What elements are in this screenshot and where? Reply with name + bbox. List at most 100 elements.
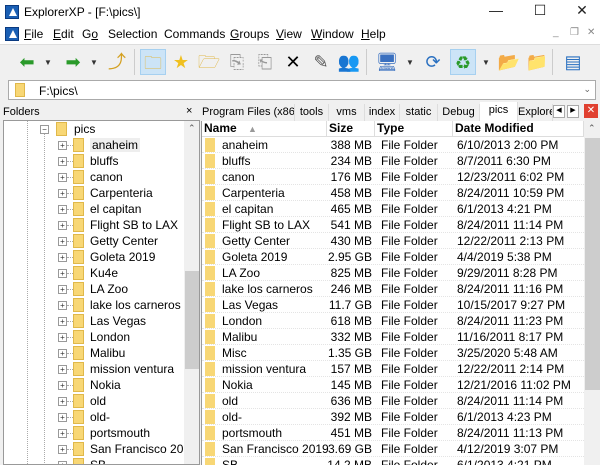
scroll-up-icon[interactable]: ⌃ — [188, 123, 196, 134]
column-header-type[interactable]: Type — [375, 121, 453, 137]
tree-item[interactable]: + old- — [4, 409, 184, 425]
tree-item[interactable]: + lake los carneros — [4, 297, 184, 313]
groups-icon[interactable]: 👥 — [336, 49, 362, 75]
table-row[interactable]: Misc 1.35 GB File Folder 3/25/2020 5:48 AM — [202, 345, 584, 361]
back-icon[interactable]: ⬅ — [14, 49, 40, 75]
table-row[interactable]: mission ventura 157 MB File Folder 12/22/20… — [202, 361, 584, 377]
tab[interactable]: Debug — [438, 104, 480, 121]
table-row[interactable]: old 636 MB File Folder 8/24/2011 11:14 PM — [202, 393, 584, 409]
window-layout-icon[interactable]: ▤ — [560, 49, 586, 75]
back-dropdown[interactable]: ▼ — [44, 58, 52, 67]
expand-icon[interactable]: + — [58, 221, 67, 230]
expand-icon[interactable]: + — [58, 317, 67, 326]
tree-item[interactable]: + mission ventura — [4, 361, 184, 377]
table-row[interactable]: old- 392 MB File Folder 6/1/2013 4:23 PM — [202, 409, 584, 425]
tree-item[interactable]: + LA Zoo — [4, 281, 184, 297]
tree-item[interactable]: + Getty Center — [4, 233, 184, 249]
new-folder-icon[interactable]: 🗁 — [196, 49, 222, 75]
table-row[interactable]: Carpenteria 458 MB File Folder 8/24/2011 10… — [202, 185, 584, 201]
tree-item[interactable]: + Goleta 2019 — [4, 249, 184, 265]
menu-item[interactable]: File — [24, 27, 43, 41]
mdi-close-button[interactable]: ✕ — [587, 27, 595, 38]
list-scrollbar[interactable]: ⌃ — [584, 121, 600, 465]
up-folder-icon[interactable]: ⤴ — [104, 49, 130, 75]
minimize-button[interactable]: — — [486, 2, 506, 20]
forward-dropdown[interactable]: ▼ — [90, 58, 98, 67]
menu-item[interactable]: Commands — [164, 27, 225, 41]
expand-icon[interactable]: + — [58, 461, 67, 464]
tree-item[interactable]: + canon — [4, 169, 184, 185]
forward-icon[interactable]: ➡ — [60, 49, 86, 75]
tab[interactable]: vms — [329, 104, 365, 121]
delete-icon[interactable]: ✕ — [280, 49, 306, 75]
tab[interactable]: pics — [480, 102, 518, 121]
list-scroll-thumb[interactable] — [585, 138, 600, 390]
menu-item[interactable]: Selection — [108, 27, 157, 41]
close-tab-button[interactable]: ✕ — [584, 104, 598, 118]
tree-item[interactable]: + SB — [4, 457, 184, 464]
computer-icon[interactable]: 🖥 — [374, 49, 400, 75]
table-row[interactable]: London 618 MB File Folder 8/24/2011 11:23 P… — [202, 313, 584, 329]
tree-item[interactable]: + anaheim — [4, 137, 184, 153]
expand-icon[interactable]: + — [58, 333, 67, 342]
address-dropdown-icon[interactable]: ⌄ — [583, 84, 591, 95]
table-row[interactable]: bluffs 234 MB File Folder 8/7/2011 6:30 PM — [202, 153, 584, 169]
expand-icon[interactable]: + — [58, 253, 67, 262]
expand-icon[interactable]: + — [58, 285, 67, 294]
tree-item-pics[interactable]: − pics — [4, 121, 184, 137]
tab[interactable]: tools — [295, 104, 329, 121]
expand-icon[interactable]: + — [58, 173, 67, 182]
tree-item[interactable]: + Nokia — [4, 377, 184, 393]
tree-item[interactable]: + Las Vegas — [4, 313, 184, 329]
menu-item[interactable]: Edit — [53, 27, 74, 41]
tree-item[interactable]: + London — [4, 329, 184, 345]
tree-item[interactable]: + San Francisco 2019 — [4, 441, 197, 457]
expand-icon[interactable]: + — [58, 301, 67, 310]
tree-item[interactable]: + Ku4e — [4, 265, 184, 281]
column-header-date[interactable]: Date Modified — [453, 121, 584, 137]
expand-icon[interactable]: + — [58, 381, 67, 390]
table-row[interactable]: el capitan 465 MB File Folder 6/1/2013 4:21… — [202, 201, 584, 217]
tree-item[interactable]: + bluffs — [4, 153, 184, 169]
mdi-minimize-button[interactable]: _ — [553, 27, 559, 38]
tree-item[interactable]: + old — [4, 393, 184, 409]
table-row[interactable]: Las Vegas 11.7 GB File Folder 10/15/2017 9:… — [202, 297, 584, 313]
move-to-icon[interactable]: ⎗ — [252, 49, 278, 75]
table-row[interactable]: Goleta 2019 2.95 GB File Folder 4/4/2019 5:… — [202, 249, 584, 265]
recycle-bin-icon[interactable]: ♻ — [450, 49, 476, 75]
menu-item[interactable]: Groups — [230, 27, 269, 41]
tab[interactable]: index — [365, 104, 400, 121]
expand-icon[interactable]: + — [58, 189, 67, 198]
table-row[interactable]: SB 14.2 MB File Folder 6/1/2013 4:21 PM — [202, 457, 584, 465]
address-bar[interactable]: F:\pics\ ⌄ — [8, 80, 596, 100]
folder-icon[interactable]: 📁 — [524, 49, 550, 75]
menu-item[interactable]: Window — [311, 27, 354, 41]
menu-item[interactable]: Go — [82, 27, 98, 41]
tab-scroll-right[interactable]: ▶ — [567, 105, 579, 118]
table-row[interactable]: Nokia 145 MB File Folder 12/21/2016 11:02 P… — [202, 377, 584, 393]
column-header-size[interactable]: Size — [327, 121, 375, 137]
open-folder-icon[interactable]: 📂 — [496, 49, 522, 75]
table-row[interactable]: portsmouth 451 MB File Folder 8/24/2011 11:… — [202, 425, 584, 441]
expand-icon[interactable]: + — [58, 365, 67, 374]
table-row[interactable]: Getty Center 430 MB File Folder 12/22/2011 … — [202, 233, 584, 249]
expand-icon[interactable]: + — [58, 205, 67, 214]
favorites-star-icon[interactable]: ★ — [168, 49, 194, 75]
recycle-dropdown[interactable]: ▼ — [482, 58, 490, 67]
tree-item[interactable]: + Flight SB to LAX — [4, 217, 184, 233]
tree-item[interactable]: + Carpenteria — [4, 185, 184, 201]
tree-item[interactable]: + el capitan — [4, 201, 184, 217]
table-row[interactable]: anaheim 388 MB File Folder 6/10/2013 2:00 P… — [202, 137, 584, 153]
table-row[interactable]: Flight SB to LAX 541 MB File Folder 8/24/20… — [202, 217, 584, 233]
tree-item[interactable]: + portsmouth — [4, 425, 184, 441]
column-header-name[interactable]: Name ▲ — [202, 121, 327, 137]
tab[interactable]: Explore — [518, 104, 553, 121]
menu-item[interactable]: View — [276, 27, 302, 41]
tree-item[interactable]: + Malibu — [4, 345, 184, 361]
folders-close-button[interactable]: × — [186, 105, 192, 117]
close-button[interactable]: ✕ — [572, 2, 592, 20]
app-menu-icon[interactable] — [5, 27, 19, 41]
menu-item[interactable]: Help — [361, 27, 386, 41]
table-row[interactable]: lake los carneros 246 MB File Folder 8/24/2… — [202, 281, 584, 297]
tab-scroll-left[interactable]: ◀ — [553, 105, 565, 118]
